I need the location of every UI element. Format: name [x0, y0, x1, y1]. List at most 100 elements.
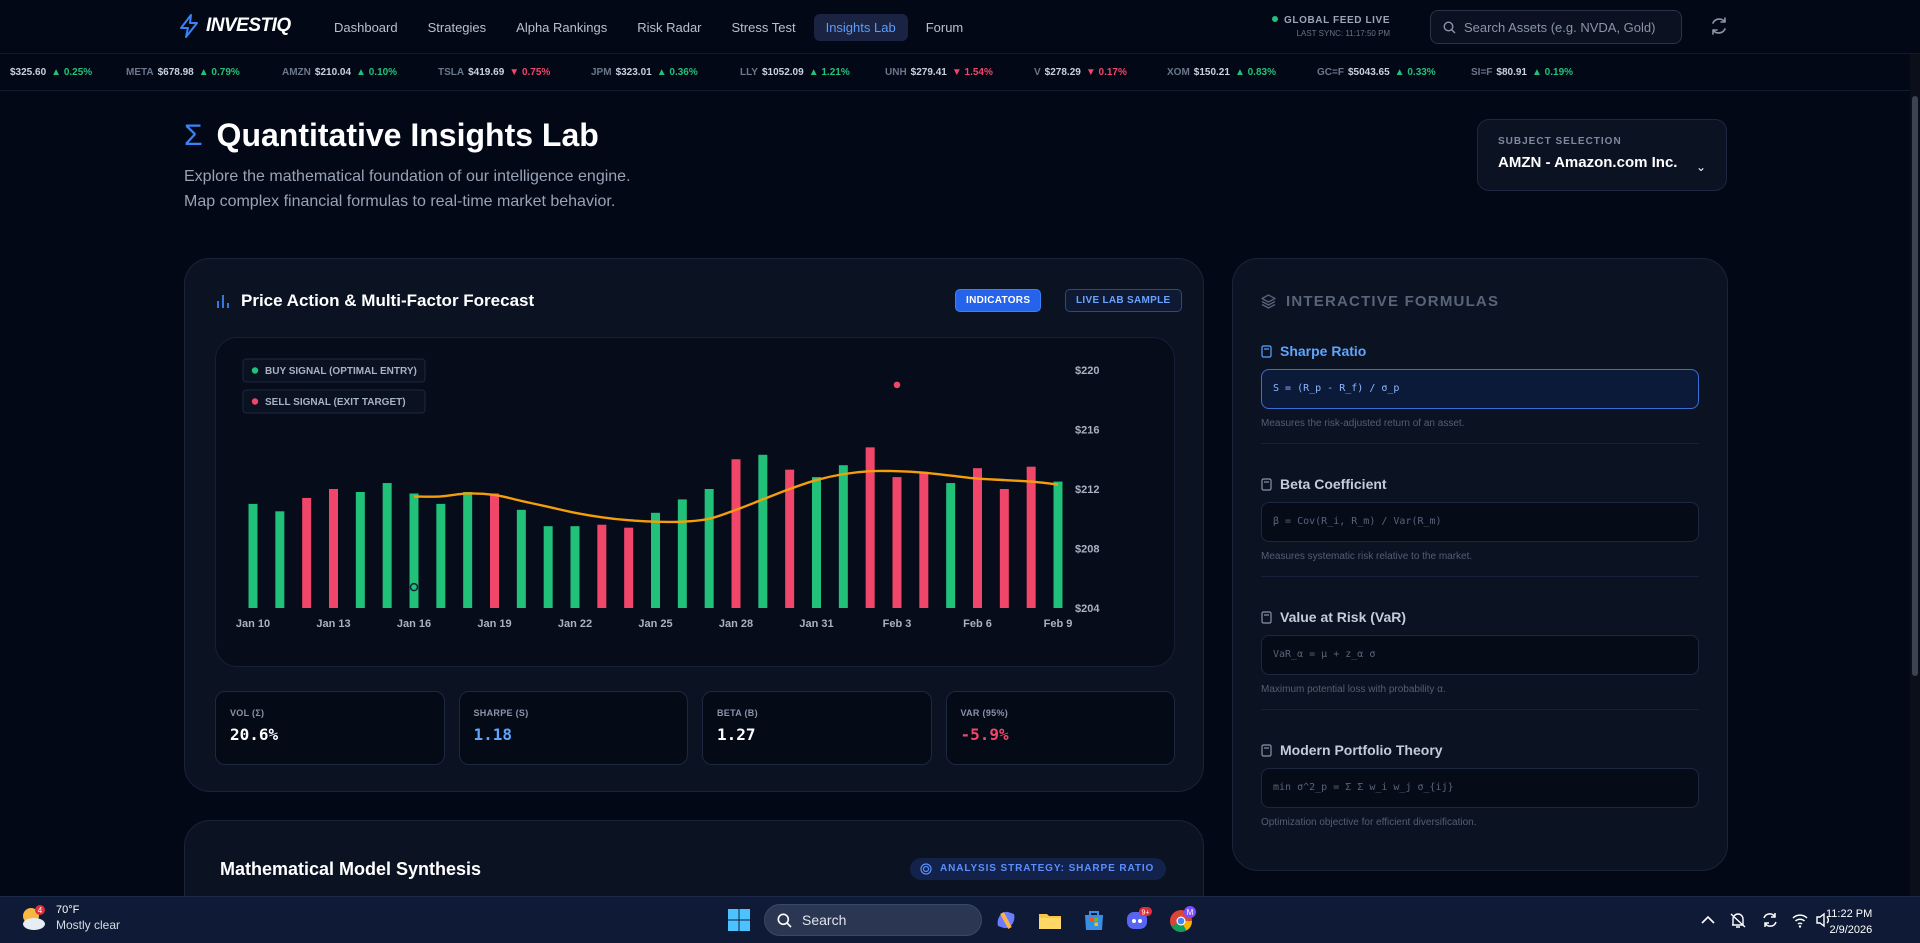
- formula-item[interactable]: Beta Coefficient β = Cov(R_i, R_m) / Var(…: [1261, 476, 1699, 577]
- ticker-item[interactable]: TSLA $419.69 ▼ 0.75%: [438, 67, 550, 78]
- price-bar: [677, 499, 687, 608]
- top-nav: INVESTIQ Dashboard Strategies Alpha Rankin…: [0, 0, 1920, 54]
- formula-expression[interactable]: min σ^2_p = Σ Σ w_i w_j σ_{ij}: [1261, 768, 1699, 808]
- windows-start-icon[interactable]: [725, 906, 753, 934]
- stat-card: VOL (Σ) 20.6%: [215, 691, 445, 765]
- legend-dot-icon: [251, 367, 259, 374]
- subject-value: AMZN - Amazon.com Inc.: [1498, 154, 1678, 171]
- asset-search-input[interactable]: Search Assets (e.g. NVDA, Gold): [1430, 10, 1682, 44]
- ticker-item[interactable]: $325.60 ▲ 0.25%: [6, 67, 92, 78]
- ticker-change: ▼ 0.17%: [1085, 67, 1127, 78]
- microsoft-store-icon[interactable]: [1080, 906, 1108, 934]
- calculator-icon: [1261, 743, 1272, 757]
- subject-selector[interactable]: SUBJECT SELECTION AMZN - Amazon.com Inc.…: [1477, 119, 1727, 191]
- price-bar: [436, 503, 446, 608]
- formula-name: Sharpe Ratio: [1280, 343, 1367, 359]
- stat-card: SHARPE (S) 1.18: [458, 691, 688, 765]
- price-bar: [248, 503, 258, 608]
- discord-badge: 9+: [1142, 910, 1150, 917]
- stat-row: VOL (Σ) 20.6% SHARPE (S) 1.18 BETA (Β) 1.27 VA…: [215, 691, 1175, 765]
- chrome-icon[interactable]: M: [1168, 906, 1196, 934]
- ticker-item[interactable]: META $678.98 ▲ 0.79%: [126, 67, 240, 78]
- formula-item[interactable]: Value at Risk (VaR) VaR_α = μ + z_α σ Maxi…: [1261, 609, 1699, 710]
- sync-icon[interactable]: [1756, 906, 1784, 934]
- formula-name: Value at Risk (VaR): [1280, 609, 1407, 625]
- feed-status-label: GLOBAL FEED LIVE: [1284, 15, 1391, 26]
- ticker-item[interactable]: LLY $1052.09 ▲ 1.21%: [740, 67, 850, 78]
- ticker-item[interactable]: SI=F $80.91 ▲ 0.19%: [1471, 67, 1573, 78]
- last-sync: LAST SYNC: 11:17:50 PM: [1296, 29, 1391, 38]
- stat-label: VAR (95%): [960, 708, 1009, 718]
- formula-expression[interactable]: S = (R_p - R_f) / σ_p: [1261, 369, 1699, 409]
- temperature: 70°F: [56, 904, 80, 916]
- nav-link-strategies[interactable]: Strategies: [416, 14, 499, 41]
- nav-link-risk-radar[interactable]: Risk Radar: [625, 14, 713, 41]
- formula-description: Optimization objective for efficient div…: [1261, 817, 1477, 828]
- x-tick-label: Jan 10: [236, 618, 270, 630]
- formula-name-row[interactable]: Value at Risk (VaR): [1261, 609, 1699, 625]
- formula-description: Measures systematic risk relative to the…: [1261, 551, 1473, 562]
- sigma-icon: Σ: [184, 118, 203, 152]
- price-bar: [651, 512, 660, 608]
- nav-link-alpha-rankings[interactable]: Alpha Rankings: [504, 14, 619, 41]
- discord-icon[interactable]: 9+: [1124, 906, 1152, 934]
- legend-label: SELL SIGNAL (EXIT TARGET): [265, 397, 406, 408]
- formula-expression[interactable]: β = Cov(R_i, R_m) / Var(R_m): [1261, 502, 1699, 542]
- price-bar: [516, 509, 526, 608]
- x-tick-label: Jan 16: [397, 618, 431, 630]
- ticker-change: ▼ 0.75%: [509, 67, 551, 78]
- calculator-icon: [1261, 477, 1272, 491]
- formula-name-row[interactable]: Beta Coefficient: [1261, 476, 1699, 492]
- x-tick-label: Jan 19: [477, 618, 511, 630]
- price-bar: [999, 489, 1009, 608]
- search-icon: [1443, 20, 1456, 33]
- live-lab-sample-button[interactable]: LIVE LAB SAMPLE: [1065, 289, 1182, 312]
- system-clock[interactable]: 11:22 PM 2/9/2026: [1826, 906, 1872, 938]
- analysis-strategy-label: ANALYSIS STRATEGY: SHARPE RATIO: [940, 863, 1155, 874]
- ticker-item[interactable]: GC=F $5043.65 ▲ 0.33%: [1317, 67, 1436, 78]
- price-bar: [382, 483, 392, 608]
- divider: [1261, 576, 1699, 577]
- ticker-change: ▲ 0.36%: [656, 67, 698, 78]
- ticker-item[interactable]: XOM $150.21 ▲ 0.83%: [1167, 67, 1276, 78]
- taskbar-search[interactable]: Search: [764, 904, 982, 936]
- clock-date: 2/9/2026: [1829, 924, 1873, 936]
- stat-value: 1.18: [473, 725, 513, 744]
- formula-name-row[interactable]: Sharpe Ratio: [1261, 343, 1699, 359]
- ticker-change: ▲ 1.21%: [808, 67, 850, 78]
- formula-name: Beta Coefficient: [1280, 476, 1387, 492]
- x-tick-label: Feb 6: [963, 618, 992, 630]
- page-scrollbar-thumb[interactable]: [1912, 96, 1918, 676]
- ticker-item[interactable]: AMZN $210.04 ▲ 0.10%: [282, 67, 397, 78]
- nav-link-insights-lab[interactable]: Insights Lab: [813, 14, 908, 41]
- price-bar: [1026, 466, 1036, 608]
- formula-description: Maximum potential loss with probability …: [1261, 684, 1446, 695]
- formula-name-row[interactable]: Modern Portfolio Theory: [1261, 742, 1699, 758]
- formula-expression[interactable]: VaR_α = μ + z_α σ: [1261, 635, 1699, 675]
- ticker-item[interactable]: JPM $323.01 ▲ 0.36%: [591, 67, 698, 78]
- ticker-item[interactable]: V $278.29 ▼ 0.17%: [1034, 67, 1127, 78]
- weather-widget[interactable]: 4 70°F Mostly clear: [18, 904, 120, 934]
- stat-value: 20.6%: [230, 725, 279, 744]
- ticker-item[interactable]: UNH $279.41 ▼ 1.54%: [885, 67, 993, 78]
- formula-item[interactable]: Modern Portfolio Theory min σ^2_p = Σ Σ w…: [1261, 742, 1699, 828]
- ticker-symbol: GC=F: [1317, 67, 1344, 78]
- divider: [1261, 709, 1699, 710]
- ticker-price: $278.29: [1044, 67, 1081, 78]
- refresh-icon[interactable]: [1708, 15, 1730, 37]
- nav-link-stress-test[interactable]: Stress Test: [720, 14, 808, 41]
- indicators-button[interactable]: INDICATORS: [955, 289, 1042, 312]
- brand-logo[interactable]: INVESTIQ: [178, 14, 291, 38]
- nav-link-forum[interactable]: Forum: [914, 14, 976, 41]
- nav-link-dashboard[interactable]: Dashboard: [322, 14, 410, 41]
- formula-item[interactable]: Sharpe Ratio S = (R_p - R_f) / σ_p Measure…: [1261, 343, 1699, 444]
- search-icon: [777, 913, 792, 928]
- notifications-off-icon[interactable]: [1724, 906, 1752, 934]
- copilot-icon[interactable]: [992, 906, 1020, 934]
- chevron-up-icon[interactable]: [1694, 906, 1722, 934]
- layers-icon: [1261, 294, 1276, 309]
- outlier-point: [893, 381, 901, 389]
- price-bar: [490, 493, 499, 608]
- stat-label: BETA (Β): [717, 708, 758, 718]
- file-explorer-icon[interactable]: [1036, 906, 1064, 934]
